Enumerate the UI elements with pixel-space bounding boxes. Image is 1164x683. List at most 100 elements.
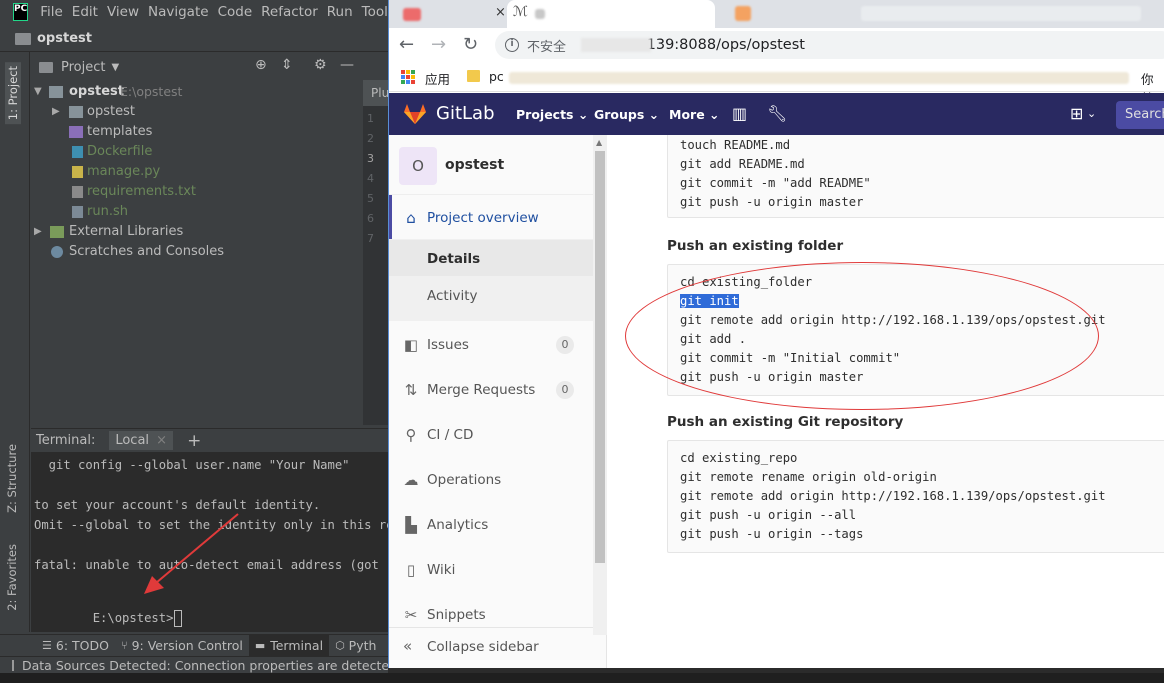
nav-more[interactable]: More ⌄ <box>669 107 720 122</box>
issues-count-badge: 0 <box>556 336 574 354</box>
tab-favorites-tool[interactable]: 2: Favorites <box>5 544 19 611</box>
tab-version-control[interactable]: ⑂ 9: Version Control <box>115 635 249 657</box>
chevron-down-icon[interactable]: ▼ <box>34 82 42 102</box>
terminal-header: Terminal: Local × + <box>31 428 388 452</box>
tree-item-run-sh[interactable]: run.sh <box>31 202 363 222</box>
forward-icon[interactable]: → <box>431 34 446 55</box>
book-icon: ▯ <box>406 561 416 579</box>
reload-icon[interactable]: ↻ <box>463 34 478 55</box>
sidebar-item-operations[interactable]: ☁ Operations <box>389 460 593 500</box>
wrench-icon[interactable]: 🔧︎ <box>767 104 787 123</box>
chevron-down-icon[interactable]: ▼ <box>111 62 119 73</box>
library-icon <box>50 226 64 238</box>
collapse-sidebar-button[interactable]: « Collapse sidebar <box>389 627 593 667</box>
menu-file[interactable]: File <box>40 4 63 20</box>
tab-todo-label: 6: TODO <box>55 638 109 653</box>
terminal-tab-local[interactable]: Local × <box>109 431 174 450</box>
code-line: git push -u origin --all <box>680 508 857 522</box>
terminal-cursor <box>174 610 183 627</box>
tree-item-templates[interactable]: templates <box>31 122 363 142</box>
browser-tab[interactable] <box>831 0 1151 28</box>
tab-favorites-tool-label: 2: Favorites <box>5 544 19 611</box>
chevron-right-icon[interactable]: ▶ <box>34 222 42 242</box>
tree-item-label: Dockerfile <box>87 144 153 159</box>
back-icon[interactable]: ← <box>399 34 414 55</box>
menu-code[interactable]: Code <box>218 4 253 20</box>
activity-chart-icon[interactable]: ▥ <box>732 104 747 123</box>
tab-structure-tool[interactable]: Z: Structure <box>5 444 19 513</box>
sidebar-item-project-overview[interactable]: ⌂ Project overview <box>389 198 593 238</box>
hide-icon[interactable]: — <box>340 57 354 73</box>
nav-groups[interactable]: Groups ⌄ <box>594 107 659 122</box>
sidebar-item-merge-requests[interactable]: ⇅ Merge Requests 0 <box>389 370 593 410</box>
collapse-all-icon[interactable]: ⇕ <box>281 57 293 73</box>
search-input[interactable]: Search <box>1116 101 1164 129</box>
gitlab-logo-icon[interactable] <box>403 103 427 125</box>
menu-edit[interactable]: Edit <box>72 4 98 20</box>
sidebar-item-analytics[interactable]: ▙ Analytics <box>389 505 593 545</box>
tree-item-opstest[interactable]: ▶ opstest <box>31 102 363 122</box>
sidebar-item-wiki[interactable]: ▯ Wiki <box>389 550 593 590</box>
bookmark-apps[interactable]: 应用 <box>425 69 450 88</box>
browser-tab[interactable] <box>721 0 831 28</box>
add-terminal-icon[interactable]: + <box>187 431 201 451</box>
tab-project-tool[interactable]: 1: Project <box>5 62 21 125</box>
security-indicator[interactable]: 不安全 <box>527 36 566 55</box>
tab-title-redacted <box>535 9 545 19</box>
tree-item-label: External Libraries <box>69 224 184 239</box>
nav-projects[interactable]: Projects ⌄ <box>516 107 588 122</box>
sidebar-item-issues[interactable]: ◧ Issues 0 <box>389 325 593 365</box>
bookmark-pc[interactable]: pc <box>489 69 504 84</box>
close-icon[interactable]: × <box>156 433 167 448</box>
status-message[interactable]: Data Sources Detected: Connection proper… <box>22 658 388 673</box>
sidebar-scroll-thumb[interactable] <box>595 151 605 563</box>
gear-icon[interactable]: ⚙ <box>314 57 327 73</box>
scroll-up-icon[interactable]: ▲ <box>596 138 602 147</box>
sidebar-item-label: Merge Requests <box>427 382 536 398</box>
menu-run[interactable]: Run <box>327 4 353 20</box>
nav-project-title[interactable]: opstest <box>37 31 92 46</box>
code-block-existing-repo[interactable]: cd existing_repo git remote rename origi… <box>667 440 1164 553</box>
address-bar[interactable]: i 不安全 .139:8088/ops/opstest <box>495 31 1164 59</box>
project-view-selector[interactable]: Project <box>61 60 105 75</box>
sidebar-item-label: Analytics <box>427 517 489 533</box>
tree-item-dockerfile[interactable]: Dockerfile <box>31 142 363 162</box>
editor-tab[interactable]: Plu <box>363 80 389 106</box>
status-panel-icon[interactable] <box>12 659 14 671</box>
apps-icon[interactable] <box>401 70 415 84</box>
tree-item-root[interactable]: ▼ opstest E:\opstest <box>31 82 363 102</box>
menu-view[interactable]: View <box>107 4 139 20</box>
tree-item-external-libraries[interactable]: ▶ External Libraries <box>31 222 363 242</box>
tab-terminal[interactable]: ▬ Terminal <box>248 634 330 657</box>
menu-navigate[interactable]: Navigate <box>148 4 209 20</box>
project-sidebar: O opstest ⌂ Project overview Details Act… <box>389 135 607 668</box>
code-block-readme[interactable]: touch README.md git add README.md git co… <box>667 135 1164 218</box>
favicon <box>735 6 751 21</box>
tree-item-manage-py[interactable]: manage.py <box>31 162 363 182</box>
menu-refactor[interactable]: Refactor <box>261 4 318 20</box>
double-chevron-left-icon: « <box>403 637 413 655</box>
shell-file-icon <box>72 206 83 218</box>
tree-item-label: run.sh <box>87 204 128 219</box>
sidebar-subitem-details[interactable]: Details <box>427 251 480 267</box>
tree-item-scratches[interactable]: Scratches and Consoles <box>31 242 363 262</box>
close-icon[interactable]: × <box>495 5 506 20</box>
tab-todo[interactable]: ☰ 6: TODO <box>36 635 115 657</box>
chevron-down-icon[interactable]: ⌄ <box>1087 107 1096 120</box>
locate-icon[interactable]: ⊕ <box>255 57 267 73</box>
bookmark-folder-icon <box>467 70 480 82</box>
sidebar-subitem-activity[interactable]: Activity <box>427 288 478 304</box>
gitlab-brand[interactable]: GitLab <box>436 103 495 124</box>
terminal-line: git config --global user.name "Your Name… <box>34 458 350 472</box>
browser-tab-active[interactable]: × ℳ <box>495 0 715 28</box>
terminal-tab-label: Local <box>115 433 150 448</box>
sidebar-item-cicd[interactable]: ⚲ CI / CD <box>389 415 593 455</box>
sidebar-project-header[interactable]: O opstest <box>389 135 593 195</box>
chevron-right-icon[interactable]: ▶ <box>52 102 60 122</box>
tab-python-console[interactable]: ⬡ Pyth <box>329 635 382 657</box>
plus-square-icon[interactable]: ⊞ <box>1070 104 1083 123</box>
browser-tab[interactable] <box>389 0 507 28</box>
home-icon: ⌂ <box>406 209 416 227</box>
tree-item-requirements[interactable]: requirements.txt <box>31 182 363 202</box>
sidebar-item-label: CI / CD <box>427 427 474 443</box>
